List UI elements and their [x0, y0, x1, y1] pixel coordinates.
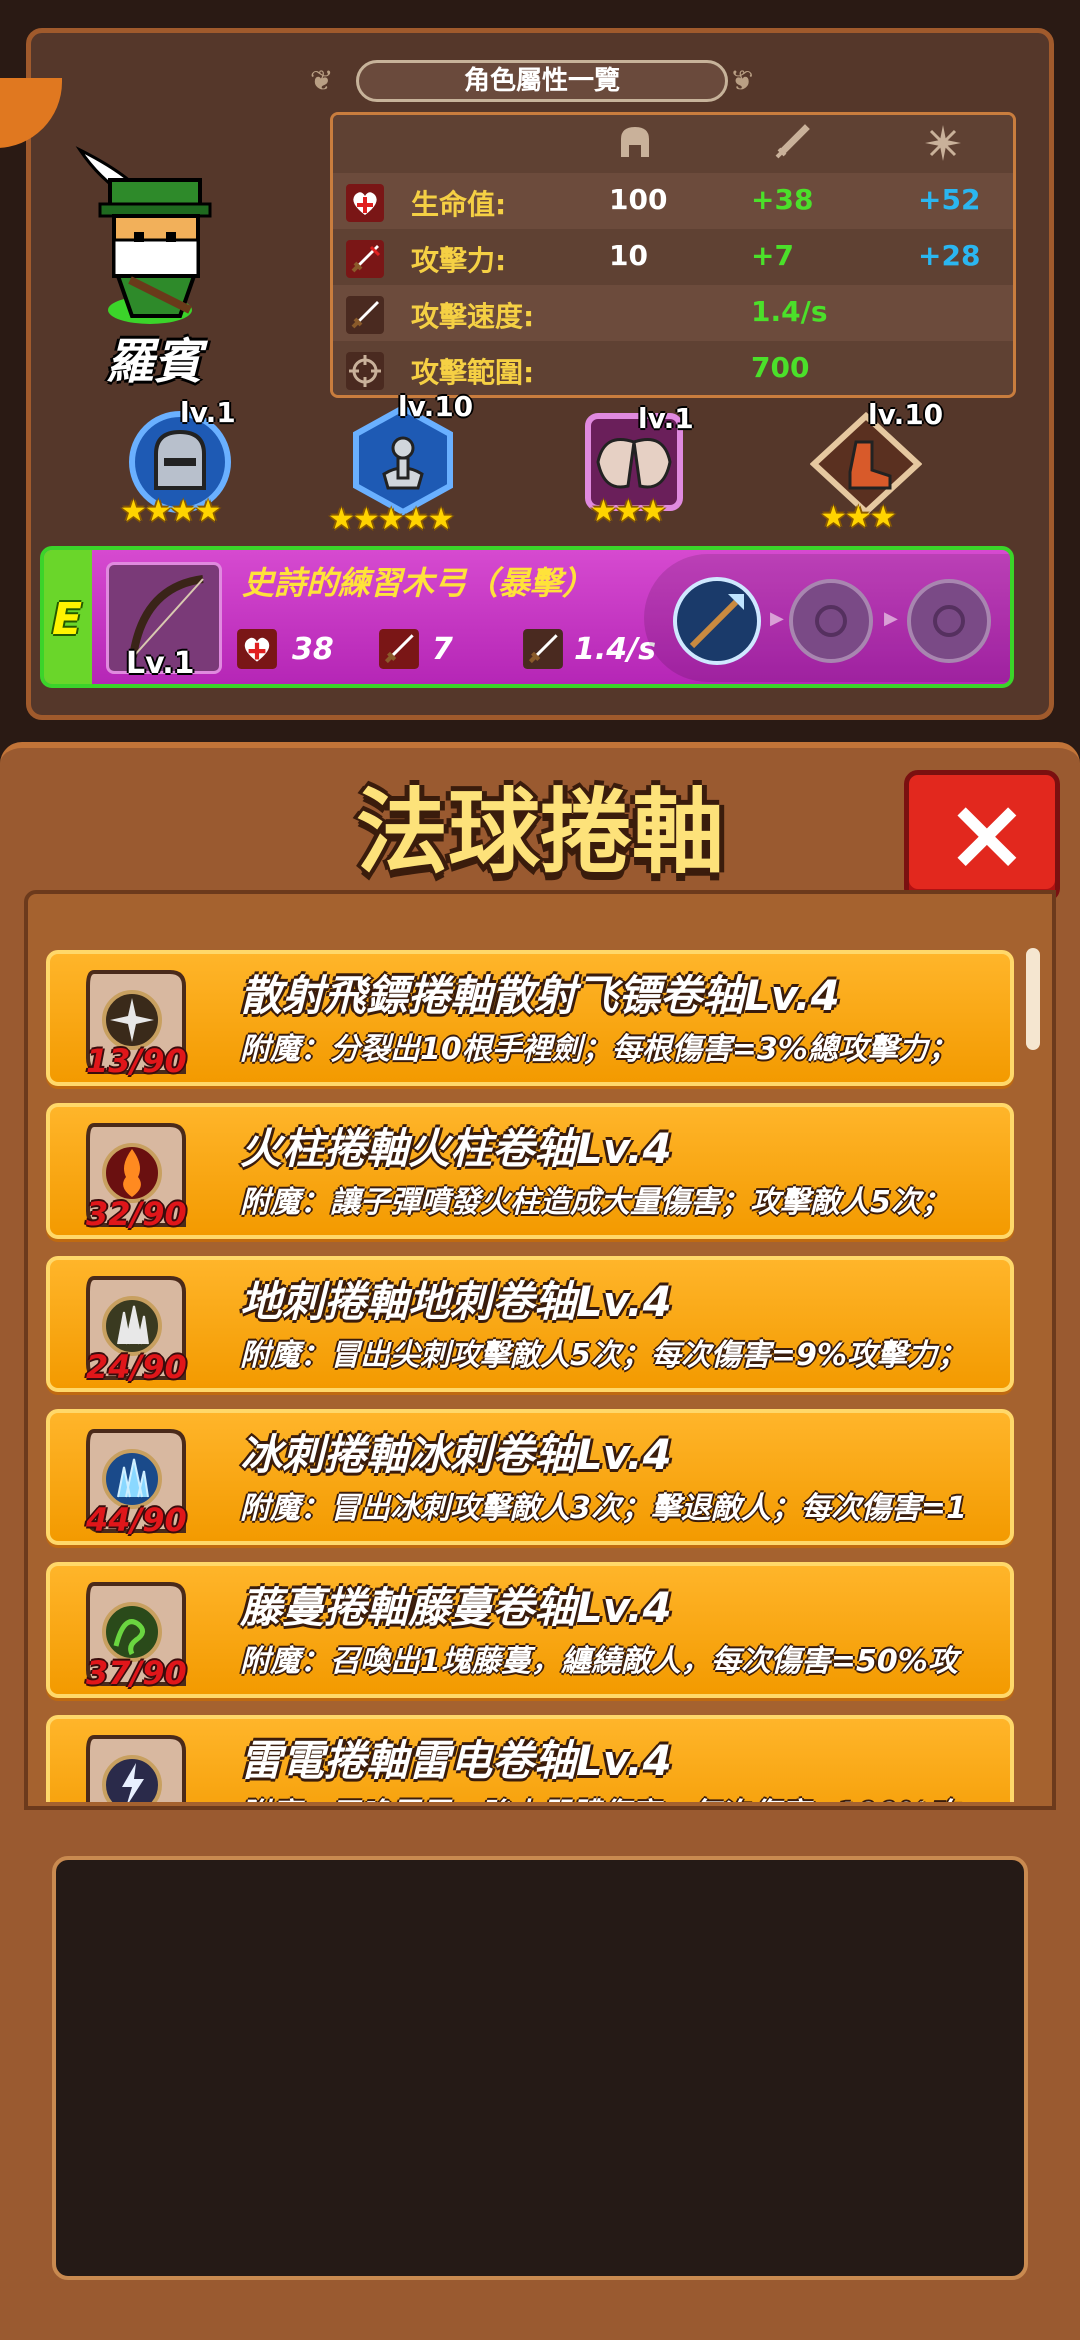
- attack-icon: [346, 240, 384, 278]
- weapon-level: Lv.1: [126, 646, 195, 681]
- stat-extra-value: +52: [918, 183, 981, 216]
- arrow-rune-icon[interactable]: [672, 576, 762, 666]
- stats-header-row: [333, 115, 1013, 173]
- scroll-description: 附魔：分裂出10根手裡劍；每根傷害=3%總攻擊力；: [240, 1032, 958, 1067]
- weapon-attack: 7: [432, 632, 453, 667]
- scroll-detail-box: [52, 1856, 1028, 2280]
- stat-bonus-value: 1.4/s: [751, 295, 828, 328]
- health-icon: [237, 629, 277, 669]
- close-icon: ×: [945, 775, 1029, 892]
- empty-rune-slot-icon[interactable]: [786, 576, 876, 666]
- list-item[interactable]: 24/90 地刺捲軸地刺卷轴Lv.4 附魔：冒出尖刺攻擊敵人5次；每次傷害=9%…: [46, 1256, 1014, 1392]
- scroll-title: 火柱捲軸火柱卷轴Lv.4: [240, 1124, 672, 1173]
- equip-level: lv.1: [180, 396, 236, 429]
- scroll-count: 13/90: [86, 1042, 187, 1080]
- weapon-hp: 38: [292, 632, 334, 667]
- attack-icon: [379, 629, 419, 669]
- stat-row-range: 攻擊範圍: 700: [333, 341, 1013, 395]
- weapon-grade: E: [52, 594, 83, 645]
- stat-label: 攻擊範圍:: [411, 356, 535, 389]
- list-item[interactable]: 37/90 藤蔓捲軸藤蔓卷轴Lv.4 附魔：召喚出1塊藤蔓，纏繞敵人，每次傷害=…: [46, 1562, 1014, 1698]
- equip-stars: ★★★: [590, 494, 667, 529]
- scroll-description: 附魔：召喚出1塊藤蔓，纏繞敵人，每次傷害=50%攻: [240, 1644, 958, 1679]
- scroll-count: 44/90: [86, 1501, 187, 1539]
- character-name: 羅賓: [106, 334, 203, 390]
- crosshair-icon: [346, 352, 384, 390]
- equip-level: lv.1: [638, 402, 694, 435]
- lightning-icon: [86, 1735, 186, 1802]
- list-item[interactable]: 雷電捲軸雷电卷轴Lv.4 附魔：召喚雷電；強力單體傷害；每次傷害=100%攻: [46, 1715, 1014, 1802]
- equip-slot-armor[interactable]: lv.10 ★★★★★: [328, 390, 473, 537]
- equip-stars: ★★★: [820, 500, 897, 535]
- scroll-title: 散射飛鏢捲軸散射飞镖卷轴Lv.4: [240, 971, 840, 1020]
- stat-row-hp: 生命值: 100 +38 +52: [333, 173, 1013, 229]
- stat-bonus-value: +7: [751, 239, 794, 272]
- stat-bonus-value: 700: [751, 351, 810, 384]
- helmet-icon: [621, 127, 649, 157]
- weapon-name: 史詩的練習木弓（暴擊）: [242, 564, 595, 602]
- equip-stars: ★★★★★: [328, 502, 454, 537]
- close-button[interactable]: ×: [904, 770, 1060, 902]
- character-avatar: [75, 146, 212, 324]
- stat-base-value: 10: [609, 239, 648, 272]
- stat-extra-value: +28: [918, 239, 981, 272]
- stat-label: 生命值:: [411, 188, 507, 221]
- equip-stars: ★★★★: [120, 494, 222, 529]
- list-item[interactable]: 13/90 散射飛鏢捲軸散射飞镖卷轴Lv.4 附魔：分裂出10根手裡劍；每根傷害…: [46, 950, 1014, 1086]
- list-item[interactable]: 32/90 火柱捲軸火柱卷轴Lv.4 附魔：讓子彈噴發火柱造成大量傷害；攻擊敵人…: [46, 1103, 1014, 1239]
- scroll-list[interactable]: 13/90 散射飛鏢捲軸散射飞镖卷轴Lv.4 附魔：分裂出10根手裡劍；每根傷害…: [40, 940, 1030, 1802]
- stat-bonus-value: +38: [751, 183, 814, 216]
- weapon-speed: 1.4/s: [574, 632, 656, 667]
- scroll-title: 雷電捲軸雷电卷轴Lv.4: [240, 1736, 672, 1785]
- empty-rune-slot-icon[interactable]: [904, 576, 994, 666]
- attack-speed-icon: [523, 629, 563, 669]
- scroll-description: 附魔：冒出尖刺攻擊敵人5次；每次傷害=9%攻擊力；: [240, 1338, 967, 1373]
- stat-row-attack: 攻擊力: 10 +7 +28: [333, 229, 1013, 285]
- scroll-count: 37/90: [86, 1654, 187, 1692]
- stats-table: 生命值: 100 +38 +52 攻擊力: 10 +7 +28 攻擊速度: 1.…: [330, 112, 1016, 398]
- chevron-right-icon: ▶: [770, 608, 784, 629]
- stat-row-attack-speed: 攻擊速度: 1.4/s: [333, 285, 1013, 341]
- scroll-description: 附魔：冒出冰刺攻擊敵人3次；擊退敵人；每次傷害=1: [240, 1491, 967, 1526]
- stat-label: 攻擊力:: [411, 244, 507, 277]
- weapon-bar[interactable]: E Lv.1 史詩的練習木弓（暴擊） 38 7 1.4/s ▶ ▶: [40, 546, 1014, 688]
- health-icon: [346, 184, 384, 222]
- sword-icon: [775, 124, 810, 159]
- equip-slot-boots[interactable]: lv.10 ★★★: [806, 398, 943, 535]
- sparkle-icon: [925, 125, 961, 161]
- scroll-description: 附魔：召喚雷電；強力單體傷害；每次傷害=100%攻: [240, 1789, 958, 1802]
- stat-base-value: 100: [609, 183, 668, 216]
- scroll-count: 24/90: [86, 1348, 187, 1386]
- scroll-title: 地刺捲軸地刺卷轴Lv.4: [240, 1277, 672, 1326]
- wing-ornament-left: ❦: [310, 64, 334, 97]
- stats-title: 角色屬性一覽: [356, 60, 728, 102]
- equip-level: lv.10: [868, 398, 944, 431]
- equip-slot-wings[interactable]: lv.1 ★★★: [582, 402, 702, 536]
- stat-label: 攻擊速度:: [411, 300, 535, 333]
- scroll-title: 藤蔓捲軸藤蔓卷轴Lv.4: [240, 1583, 672, 1632]
- list-item[interactable]: 44/90 冰刺捲軸冰刺卷轴Lv.4 附魔：冒出冰刺攻擊敵人3次；擊退敵人；每次…: [46, 1409, 1014, 1545]
- wing-ornament-right: ❦: [730, 64, 754, 97]
- chevron-right-icon: ▶: [884, 608, 898, 629]
- equip-level: lv.10: [398, 390, 474, 423]
- scroll-description: 附魔：讓子彈噴發火柱造成大量傷害；攻擊敵人5次；: [240, 1185, 951, 1220]
- scroll-count: 32/90: [86, 1195, 187, 1233]
- scroll-title: 冰刺捲軸冰刺卷轴Lv.4: [240, 1430, 672, 1479]
- equip-slot-helmet[interactable]: lv.1 ★★★★: [120, 396, 240, 529]
- attack-speed-icon: [346, 296, 384, 334]
